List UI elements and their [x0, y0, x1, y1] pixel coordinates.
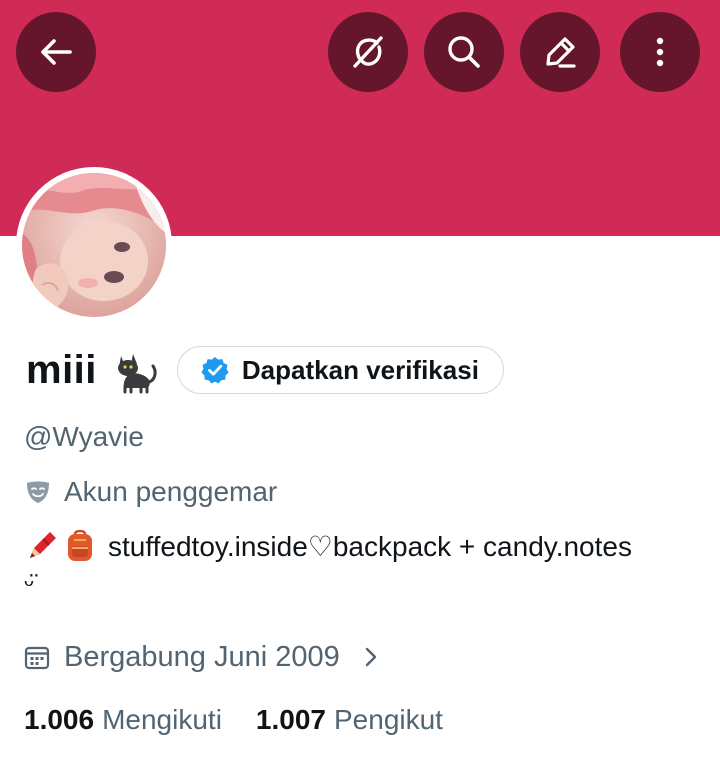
following-label: Mengikuti	[102, 704, 222, 735]
edit-profile-button[interactable]	[520, 12, 600, 92]
joined-date-row[interactable]: Bergabung Juni 2009	[24, 636, 382, 678]
get-verified-label: Dapatkan verifikasi	[241, 354, 479, 385]
avatar[interactable]	[22, 173, 166, 317]
username-handle: @Wyavie	[24, 421, 144, 452]
avatar-ring	[16, 167, 172, 323]
more-options-button[interactable]	[620, 12, 700, 92]
get-verified-button[interactable]: Dapatkan verifikasi	[176, 346, 504, 394]
search-button[interactable]	[424, 12, 504, 92]
joined-date: Bergabung Juni 2009	[64, 640, 340, 673]
calendar-icon	[24, 646, 50, 670]
professional-category: Akun penggemar	[24, 472, 277, 512]
edit-icon	[546, 37, 576, 68]
grok-button[interactable]	[328, 12, 408, 92]
theater-masks-icon	[27, 481, 49, 503]
back-arrow-icon	[41, 39, 72, 65]
grok-icon	[353, 36, 383, 68]
backpack-emoji	[68, 529, 92, 561]
follow-stats: 1.006 Mengikuti 1.007 Pengikut	[24, 699, 443, 741]
back-button[interactable]	[16, 12, 96, 92]
chevron-right-icon	[365, 647, 376, 667]
more-options-icon	[656, 37, 664, 67]
followers-count: 1.007	[255, 704, 326, 735]
following-count: 1.006	[24, 704, 95, 735]
followers-label: Pengikut	[334, 704, 443, 735]
category-label: Akun penggemar	[64, 476, 278, 507]
cat-emoji	[117, 354, 157, 394]
following-link[interactable]: 1.006 Mengikuti	[24, 704, 222, 736]
search-icon	[448, 36, 480, 68]
bio-tail: ᵕ̈	[24, 568, 34, 598]
crayon-emoji	[30, 532, 56, 558]
display-name: miii	[26, 347, 97, 392]
verified-badge-icon	[201, 357, 229, 384]
profile-page: miii Dapatkan verifikasi @Wyavie Akun pe…	[0, 0, 720, 761]
bio: stuffedtoy.inside♡backpack + candy.notes	[24, 524, 632, 568]
bio-text: stuffedtoy.inside♡backpack + candy.notes	[108, 530, 632, 562]
name-row: miii Dapatkan verifikasi	[26, 342, 504, 398]
followers-link[interactable]: 1.007 Pengikut	[256, 704, 443, 736]
